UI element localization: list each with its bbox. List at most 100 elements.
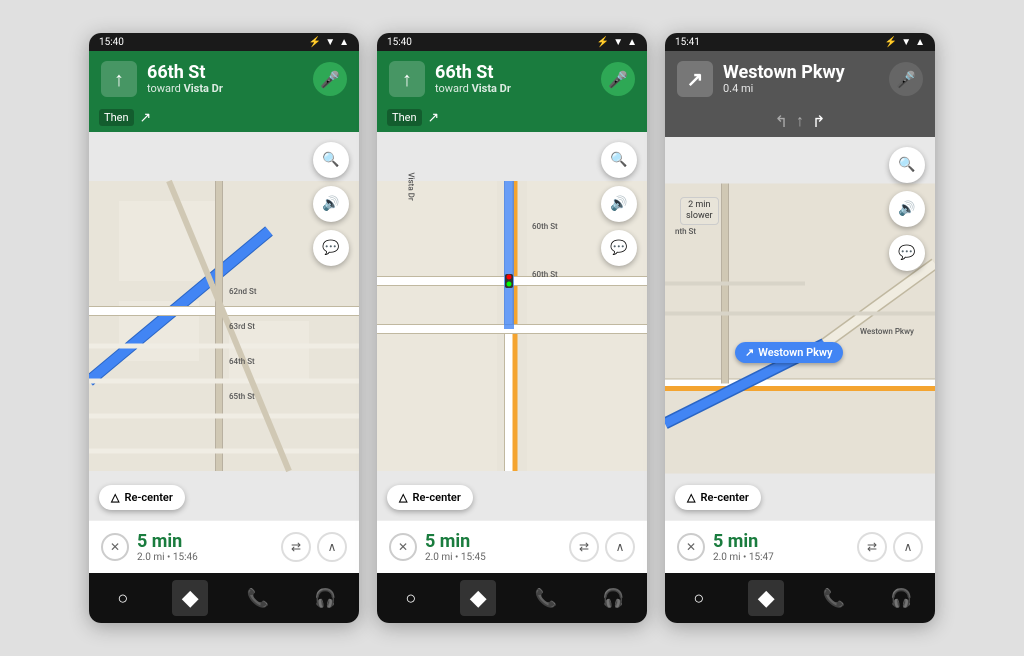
direction-box-3: ↗ [677,61,713,97]
recenter-icon-3: △ [687,491,695,504]
routes-btn-2[interactable]: ⇄ [569,532,599,562]
then-arrow-1: ↗ [140,110,152,126]
music-btn-1[interactable]: 🎧 [307,580,343,616]
bottom-bar-3: ✕ 5 min 2.0 mi • 15:47 ⇄ ∧ [665,520,935,573]
volume-btn-1[interactable]: 🔊 [313,186,349,222]
map-buttons-2: 🔍 🔊 💬 [601,142,637,266]
route-label-arrow: ↗ [745,346,754,359]
mic-button-3[interactable]: 🎤 [889,62,923,96]
search-btn-1[interactable]: 🔍 [313,142,349,178]
direction-box-2: ↑ [389,61,425,97]
direction-arrow-3: ↗ [687,67,704,91]
recenter-btn-3[interactable]: △ Re-center [675,485,761,510]
phone-screen-3: 15:41 ⚡ ▼ ▲ ↗ Westown Pkwy 0.4 mi 🎤 ↰ ↑ [665,33,935,623]
close-btn-3[interactable]: ✕ [677,533,705,561]
recenter-btn-1[interactable]: △ Re-center [99,485,185,510]
chat-btn-1[interactable]: 💬 [313,230,349,266]
route-actions-1: ⇄ ∧ [281,532,347,562]
label-64th: 64th St [229,357,255,366]
chat-btn-3[interactable]: 💬 [889,235,925,271]
music-btn-2[interactable]: 🎧 [595,580,631,616]
mic-button-1[interactable]: 🎤 [313,62,347,96]
lane-arrows-3: ↰ ↑ ↱ [677,111,923,131]
volume-btn-2[interactable]: 🔊 [601,186,637,222]
bottom-bar-2: ✕ 5 min 2.0 mi • 15:45 ⇄ ∧ [377,520,647,573]
route-label-text: Westown Pkwy [758,346,832,359]
street-info-1: 66th St toward Vista Dr [147,63,303,96]
expand-btn-2[interactable]: ∧ [605,532,635,562]
volume-btn-3[interactable]: 🔊 [889,191,925,227]
close-btn-1[interactable]: ✕ [101,533,129,561]
system-nav-1: ○ ◆ 📞 🎧 [89,573,359,623]
mic-button-2[interactable]: 🎤 [601,62,635,96]
eta-details-3: 2.0 mi • 15:47 [713,552,849,563]
lane-bar-3: ↰ ↑ ↱ [665,105,935,137]
direction-arrow-2: ↑ [402,67,412,92]
eta-info-1: 5 min 2.0 mi • 15:46 [137,531,273,563]
label-vista: Vista Dr [407,172,416,200]
phone-btn-3[interactable]: 📞 [816,580,852,616]
expand-btn-1[interactable]: ∧ [317,532,347,562]
direction-box-1: ↑ [101,61,137,97]
routes-btn-3[interactable]: ⇄ [857,532,887,562]
label-65th: 65th St [229,392,255,401]
then-label-2: Then [387,109,422,126]
status-icons-1: ⚡ ▼ ▲ [309,37,349,48]
nav-header-1: ↑ 66th St toward Vista Dr 🎤 [89,51,359,105]
expand-btn-3[interactable]: ∧ [893,532,923,562]
music-btn-3[interactable]: 🎧 [883,580,919,616]
map-area-1: 62nd St 63rd St 64th St 65th St 🔍 🔊 💬 △ … [89,132,359,520]
status-bar-1: 15:40 ⚡ ▼ ▲ [89,33,359,51]
map-buttons-3: 🔍 🔊 💬 [889,147,925,271]
home-btn-1[interactable]: ○ [105,580,141,616]
street-info-2: 66th St toward Vista Dr [435,63,591,96]
recenter-label-1: Re-center [124,491,172,504]
eta-info-3: 5 min 2.0 mi • 15:47 [713,531,849,563]
street-name-3: Westown Pkwy [723,63,879,83]
time-1: 15:40 [99,37,124,48]
phone-screen-1: 15:40 ⚡ ▼ ▲ ↑ 66th St toward Vista Dr 🎤 … [89,33,359,623]
then-arrow-2: ↗ [428,110,440,126]
recenter-btn-2[interactable]: △ Re-center [387,485,473,510]
routes-btn-1[interactable]: ⇄ [281,532,311,562]
nav-btn-3[interactable]: ◆ [748,580,784,616]
map-area-2: 60th St 60th St Vista Dr 🔍 🔊 💬 △ Re-cent… [377,132,647,520]
label-60th: 60th St [532,222,558,231]
close-btn-2[interactable]: ✕ [389,533,417,561]
mic-icon-1: 🎤 [320,70,340,89]
home-btn-2[interactable]: ○ [393,580,429,616]
lane-right-arrow: ↱ [812,112,825,131]
street-toward-1: toward Vista Dr [147,82,303,95]
phone-screen-2: 15:40 ⚡ ▼ ▲ ↑ 66th St toward Vista Dr 🎤 … [377,33,647,623]
phone-btn-2[interactable]: 📞 [528,580,564,616]
then-bar-2: Then ↗ [377,105,647,132]
search-btn-3[interactable]: 🔍 [889,147,925,183]
slower-badge-3: 2 minslower [680,197,719,225]
time-3: 15:41 [675,37,700,48]
chat-btn-2[interactable]: 💬 [601,230,637,266]
nav-btn-2[interactable]: ◆ [460,580,496,616]
mic-icon-2: 🎤 [608,70,628,89]
recenter-label-2: Re-center [412,491,460,504]
status-bar-2: 15:40 ⚡ ▼ ▲ [377,33,647,51]
recenter-icon-2: △ [399,491,407,504]
label-nth-st: nth St [675,227,696,236]
then-label-1: Then [99,109,134,126]
system-nav-3: ○ ◆ 📞 🎧 [665,573,935,623]
label-60th-b: 60th St [532,270,558,279]
street-toward-2: toward Vista Dr [435,82,591,95]
search-btn-2[interactable]: 🔍 [601,142,637,178]
then-bar-1: Then ↗ [89,105,359,132]
nav-header-2: ↑ 66th St toward Vista Dr 🎤 [377,51,647,105]
label-westown-pkwy: Westown Pkwy [860,327,914,336]
nav-btn-1[interactable]: ◆ [172,580,208,616]
label-63rd: 63rd St [229,322,255,331]
phone-btn-1[interactable]: 📞 [240,580,276,616]
home-btn-3[interactable]: ○ [681,580,717,616]
lane-straight-arrow: ↑ [796,111,804,131]
status-bar-3: 15:41 ⚡ ▼ ▲ [665,33,935,51]
map-area-3: nth St Westown Pkwy 2 minslower ↗ Westow… [665,137,935,520]
street-name-1: 66th St [147,63,303,83]
eta-info-2: 5 min 2.0 mi • 15:45 [425,531,561,563]
bottom-bar-1: ✕ 5 min 2.0 mi • 15:46 ⇄ ∧ [89,520,359,573]
